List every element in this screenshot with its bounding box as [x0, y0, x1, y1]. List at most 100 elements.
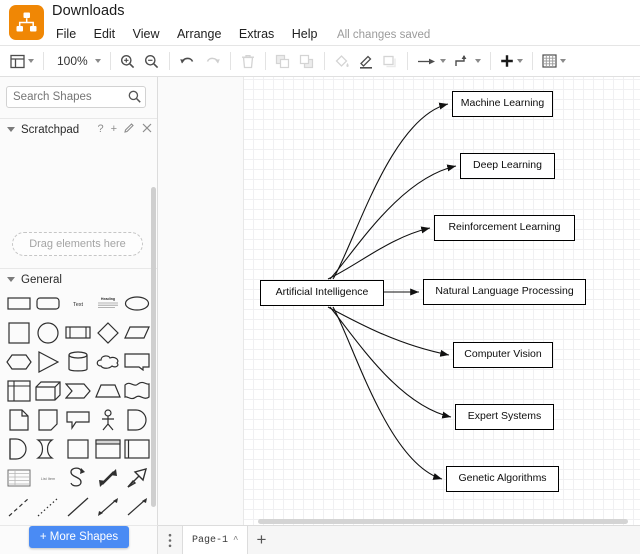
shape-tape[interactable]: [123, 376, 151, 405]
shape-double-arrow-line[interactable]: [94, 492, 122, 521]
zoom-in-icon[interactable]: [117, 49, 139, 73]
add-page-button[interactable]: +: [248, 526, 274, 554]
shape-diamond[interactable]: [94, 318, 122, 347]
diagram-node-ml[interactable]: Machine Learning: [452, 91, 553, 117]
shape-dotted-line[interactable]: [35, 492, 63, 521]
diagram-node-nlp[interactable]: Natural Language Processing: [423, 279, 586, 305]
shadow-icon[interactable]: [379, 49, 401, 73]
shape-note[interactable]: [35, 405, 63, 434]
shape-speech-bubble[interactable]: [64, 405, 92, 434]
shape-dashed-line[interactable]: [5, 492, 33, 521]
shape-circle[interactable]: [35, 318, 63, 347]
search-input[interactable]: [6, 86, 146, 108]
search-icon[interactable]: [128, 90, 141, 108]
shape-parallelogram[interactable]: [123, 318, 151, 347]
zoom-out-icon[interactable]: [141, 49, 163, 73]
shape-box[interactable]: [64, 434, 92, 463]
shape-cloud[interactable]: [94, 347, 122, 376]
diagram-node-ga[interactable]: Genetic Algorithms: [446, 466, 559, 492]
shape-rectangle[interactable]: [5, 289, 33, 318]
svg-text:Heading: Heading: [100, 297, 114, 301]
page-tab-page-1[interactable]: Page-1 ^: [182, 526, 249, 554]
shape-crescent[interactable]: [35, 434, 63, 463]
menu-edit[interactable]: Edit: [88, 26, 122, 42]
section-title-general: General: [21, 273, 62, 286]
shape-square[interactable]: [5, 318, 33, 347]
line-color-icon[interactable]: [355, 49, 377, 73]
svg-text:List Item: List Item: [41, 477, 55, 481]
shape-curve-arrow[interactable]: [64, 463, 92, 492]
shape-delay[interactable]: [123, 405, 151, 434]
shape-triangle[interactable]: [35, 347, 63, 376]
diagram-node-es[interactable]: Expert Systems: [455, 404, 554, 430]
zoom-level-button[interactable]: 100%: [50, 49, 104, 73]
shape-block-arrow[interactable]: [123, 463, 151, 492]
shape-trapezoid[interactable]: [94, 376, 122, 405]
more-shapes-button[interactable]: + More Shapes: [29, 526, 129, 548]
menu-bar: File Edit View Arrange Extras Help All c…: [50, 25, 430, 45]
chevron-up-icon[interactable]: ^: [233, 535, 238, 545]
insert-icon[interactable]: [497, 49, 526, 73]
to-back-icon[interactable]: [296, 49, 318, 73]
connection-icon[interactable]: [451, 49, 484, 73]
zoom-level-label: 100%: [57, 54, 88, 68]
shape-row: [4, 492, 152, 521]
fill-color-icon[interactable]: [331, 49, 353, 73]
search-shapes-container: [6, 86, 146, 108]
main-toolbar: 100%: [0, 46, 640, 77]
shape-row: [4, 405, 152, 434]
diagram-node-cv[interactable]: Computer Vision: [453, 342, 553, 368]
shape-internal-storage[interactable]: [5, 376, 33, 405]
shape-titled-box[interactable]: [94, 434, 122, 463]
diagram-node-dl[interactable]: Deep Learning: [460, 153, 555, 179]
chevron-down-icon: [516, 59, 523, 63]
menu-arrange[interactable]: Arrange: [171, 26, 227, 42]
sidebar-section-general[interactable]: General: [0, 268, 157, 290]
waypoints-icon[interactable]: [414, 49, 449, 73]
sidebar-scrollbar[interactable]: [151, 187, 156, 507]
shape-ellipse[interactable]: [123, 289, 151, 318]
chevron-down-icon: [559, 59, 566, 63]
shape-process[interactable]: [64, 318, 92, 347]
scratchpad-edit-icon[interactable]: [124, 122, 135, 136]
view-layers-button[interactable]: [7, 49, 37, 73]
page-menu-icon[interactable]: [158, 526, 182, 554]
scratchpad-close-icon[interactable]: [142, 123, 152, 136]
delete-icon[interactable]: [237, 49, 259, 73]
scratchpad-help-icon[interactable]: ?: [97, 123, 103, 135]
shape-half-circle[interactable]: [5, 434, 33, 463]
table-icon[interactable]: [539, 49, 569, 73]
redo-icon[interactable]: [201, 49, 224, 73]
canvas-horizontal-scrollbar[interactable]: [258, 519, 628, 524]
shape-bidirectional-arrow[interactable]: [94, 463, 122, 492]
shape-callout[interactable]: [123, 347, 151, 376]
shape-list-item[interactable]: List Item: [35, 463, 63, 492]
shape-cylinder[interactable]: [64, 347, 92, 376]
shape-line[interactable]: [64, 492, 92, 521]
shape-arrow-line[interactable]: [123, 492, 151, 521]
shape-container[interactable]: [123, 434, 151, 463]
shape-table[interactable]: [5, 463, 33, 492]
diagram-canvas[interactable]: Artificial Intelligence Machine Learning D…: [158, 77, 640, 525]
shape-document[interactable]: [5, 405, 33, 434]
shape-hexagon[interactable]: [5, 347, 33, 376]
diagram-node-rl[interactable]: Reinforcement Learning: [434, 215, 575, 241]
to-front-icon[interactable]: [272, 49, 294, 73]
diagram-node-ai[interactable]: Artificial Intelligence: [260, 280, 384, 306]
shape-heading[interactable]: Heading: [94, 289, 122, 318]
menu-extras[interactable]: Extras: [233, 26, 280, 42]
shape-step[interactable]: [64, 376, 92, 405]
undo-icon[interactable]: [176, 49, 199, 73]
menu-help[interactable]: Help: [286, 26, 324, 42]
shape-actor[interactable]: [94, 405, 122, 434]
shape-text[interactable]: Text: [64, 289, 92, 318]
scratchpad-section-header[interactable]: Scratchpad ? +: [0, 118, 157, 140]
menu-file[interactable]: File: [50, 26, 82, 42]
shape-row: [4, 318, 152, 347]
menu-view[interactable]: View: [127, 26, 166, 42]
shape-row: List Item: [4, 463, 152, 492]
shape-rounded-rectangle[interactable]: [35, 289, 63, 318]
scratchpad-dropzone[interactable]: Drag elements here: [12, 232, 143, 256]
scratchpad-add-icon[interactable]: +: [111, 123, 117, 135]
shape-cube[interactable]: [35, 376, 63, 405]
